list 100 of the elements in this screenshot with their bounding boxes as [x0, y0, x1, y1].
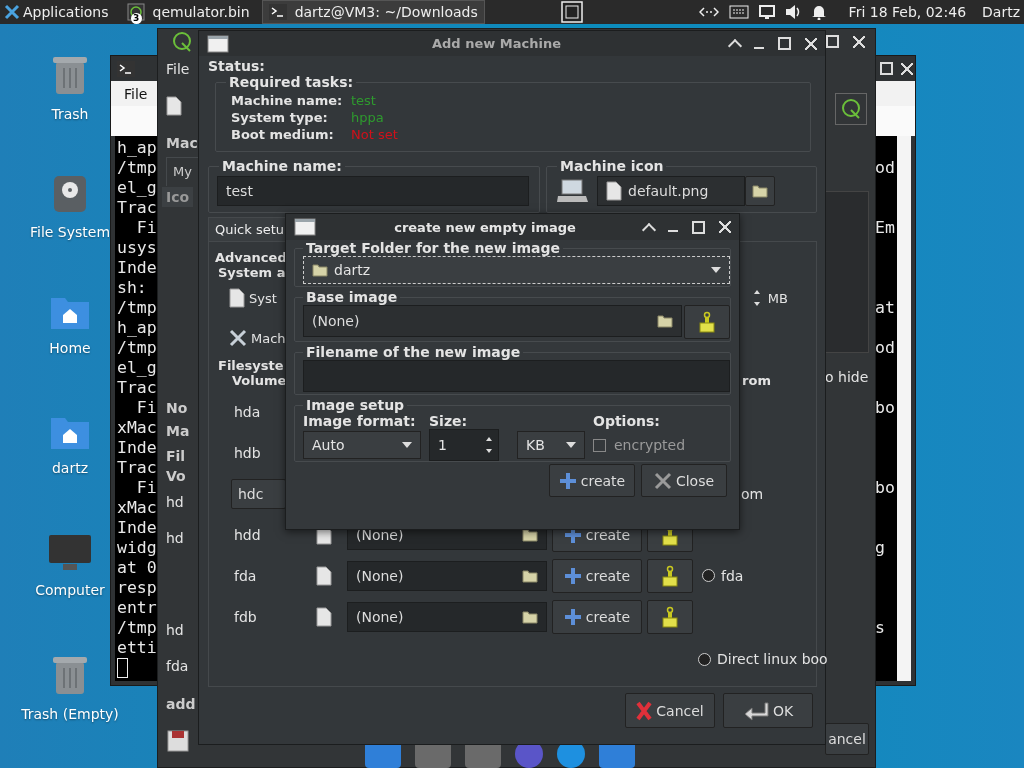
window-icon[interactable]	[560, 1, 583, 23]
terminal-text: Fi	[135, 478, 157, 498]
terminal-text: sh:	[117, 278, 147, 298]
image-field[interactable]: (None)	[347, 560, 547, 591]
list-item[interactable]: hd	[166, 528, 184, 548]
radio-label: om	[741, 485, 765, 502]
terminal-text: el_g	[117, 358, 157, 378]
desktop-icon-label[interactable]: File System	[29, 224, 111, 240]
network-icon[interactable]	[698, 6, 719, 18]
cancel-button[interactable]: Cancel	[625, 693, 715, 728]
terminal-text: Fi	[135, 398, 157, 418]
volume-label: fdb	[233, 608, 258, 625]
desktop-icon-label[interactable]: Trash	[51, 106, 89, 122]
column-header: rom	[742, 373, 771, 388]
terminal-text: widg	[117, 538, 157, 558]
terminal-text: Em	[875, 218, 896, 238]
format-dropdown[interactable]: Auto	[303, 431, 421, 459]
close-icon[interactable]	[853, 35, 865, 48]
field-label: Target Folder for the new image	[305, 240, 562, 256]
terminal-text: etti	[117, 638, 157, 658]
taskbar-button[interactable]: dartz@VM3: ~/Downloads	[261, 0, 485, 24]
list-item[interactable]: hd	[166, 620, 184, 640]
browse-button[interactable]	[745, 176, 775, 206]
folder-dropdown[interactable]: dartz	[303, 256, 730, 284]
window-icon	[294, 218, 316, 236]
desktop-icon-label[interactable]: Home	[49, 340, 91, 356]
unit-dropdown[interactable]: KB	[517, 431, 585, 459]
folder-icon[interactable]	[657, 314, 673, 328]
field-label: Machine icon	[559, 158, 665, 174]
create-button[interactable]: create	[549, 464, 635, 497]
create-button[interactable]: create	[552, 558, 642, 593]
caret-icon	[402, 442, 412, 448]
terminal-text: /tmp	[117, 618, 157, 638]
file-field[interactable]: default.png	[597, 176, 745, 206]
terminal-text: s	[875, 618, 886, 638]
task-label: dartz@VM3: ~/Downloads	[294, 4, 478, 20]
size-spinbox[interactable]: 1	[429, 429, 499, 461]
applications-menu[interactable]: Applications	[23, 4, 109, 20]
file-icon	[606, 181, 622, 201]
base-image-field[interactable]: (None)	[303, 305, 682, 337]
status-label: System type:	[231, 109, 329, 126]
caret-icon	[566, 442, 576, 448]
terminal-text: Trac	[117, 198, 157, 218]
terminal-text: el_g	[117, 178, 157, 198]
field-label: Filename of the new image	[305, 344, 522, 360]
drive-icon[interactable]	[52, 174, 88, 214]
list-item[interactable]: fda	[166, 656, 189, 676]
terminal-text: Inde	[117, 518, 157, 538]
volume-button[interactable]: hdc	[231, 478, 286, 509]
minimize-icon[interactable]	[754, 46, 764, 49]
terminal-text: Trac	[117, 458, 157, 478]
image-field[interactable]: (None)	[347, 601, 547, 632]
folder-icon[interactable]	[522, 568, 538, 583]
volume-label: hdb	[233, 444, 262, 461]
close-icon[interactable]	[901, 62, 913, 75]
display-icon[interactable]	[758, 5, 775, 19]
menu-item[interactable]: File	[116, 85, 156, 102]
user-name[interactable]: Dartz	[982, 4, 1020, 20]
volume-icon[interactable]	[784, 4, 801, 20]
clock[interactable]: Fri 18 Feb, 02:46	[848, 4, 967, 20]
cancel-button[interactable]: ancel	[825, 723, 869, 755]
folder-icon[interactable]	[522, 609, 538, 624]
desktop-icon-label[interactable]: dartz	[51, 460, 89, 476]
create-button[interactable]: create	[552, 599, 642, 634]
field-label: Options:	[593, 413, 661, 429]
taskbar-button[interactable]: 3 qemulator.bin	[120, 1, 256, 23]
section-heading: Status:	[208, 58, 266, 74]
terminal-text: /tmp	[117, 298, 157, 318]
return-arrow-icon	[742, 700, 769, 721]
maximize-icon[interactable]	[880, 62, 893, 75]
close-icon[interactable]	[719, 221, 731, 233]
keyboard-icon[interactable]	[728, 5, 749, 19]
section-heading: Filesyste	[218, 358, 284, 373]
task-label: qemulator.bin	[152, 4, 250, 20]
window-title: Add new Machine	[431, 36, 562, 51]
boot-radio[interactable]: Direct linux boo	[698, 651, 828, 667]
maximize-icon[interactable]	[692, 220, 705, 234]
terminal-text: Trac	[117, 378, 157, 398]
menu-item[interactable]: File	[166, 59, 190, 79]
filename-field[interactable]	[303, 360, 730, 392]
desktop-icon-label[interactable]: Trash (Empty)	[21, 706, 119, 722]
label: Vo	[166, 467, 186, 486]
app-menu-icon[interactable]	[4, 4, 20, 20]
maximize-icon[interactable]	[778, 37, 791, 50]
clear-button[interactable]	[684, 305, 730, 339]
close-button[interactable]: Close	[641, 464, 727, 497]
monitor-icon[interactable]	[48, 534, 92, 572]
file-icon	[316, 606, 332, 627]
list-item[interactable]: hd	[166, 492, 184, 512]
clear-button[interactable]	[647, 599, 693, 634]
close-icon[interactable]	[805, 37, 817, 50]
ok-button[interactable]: OK	[723, 693, 813, 728]
name-field[interactable]: test	[217, 176, 529, 206]
desktop-icon-label[interactable]: Computer	[35, 582, 105, 598]
folder-icon[interactable]	[522, 527, 538, 542]
terminal-text: /tmp	[117, 158, 157, 178]
window-icon	[207, 34, 229, 53]
clear-button[interactable]	[647, 558, 693, 593]
boot-radio[interactable]: fda	[702, 567, 808, 584]
bell-icon[interactable]	[810, 4, 827, 20]
